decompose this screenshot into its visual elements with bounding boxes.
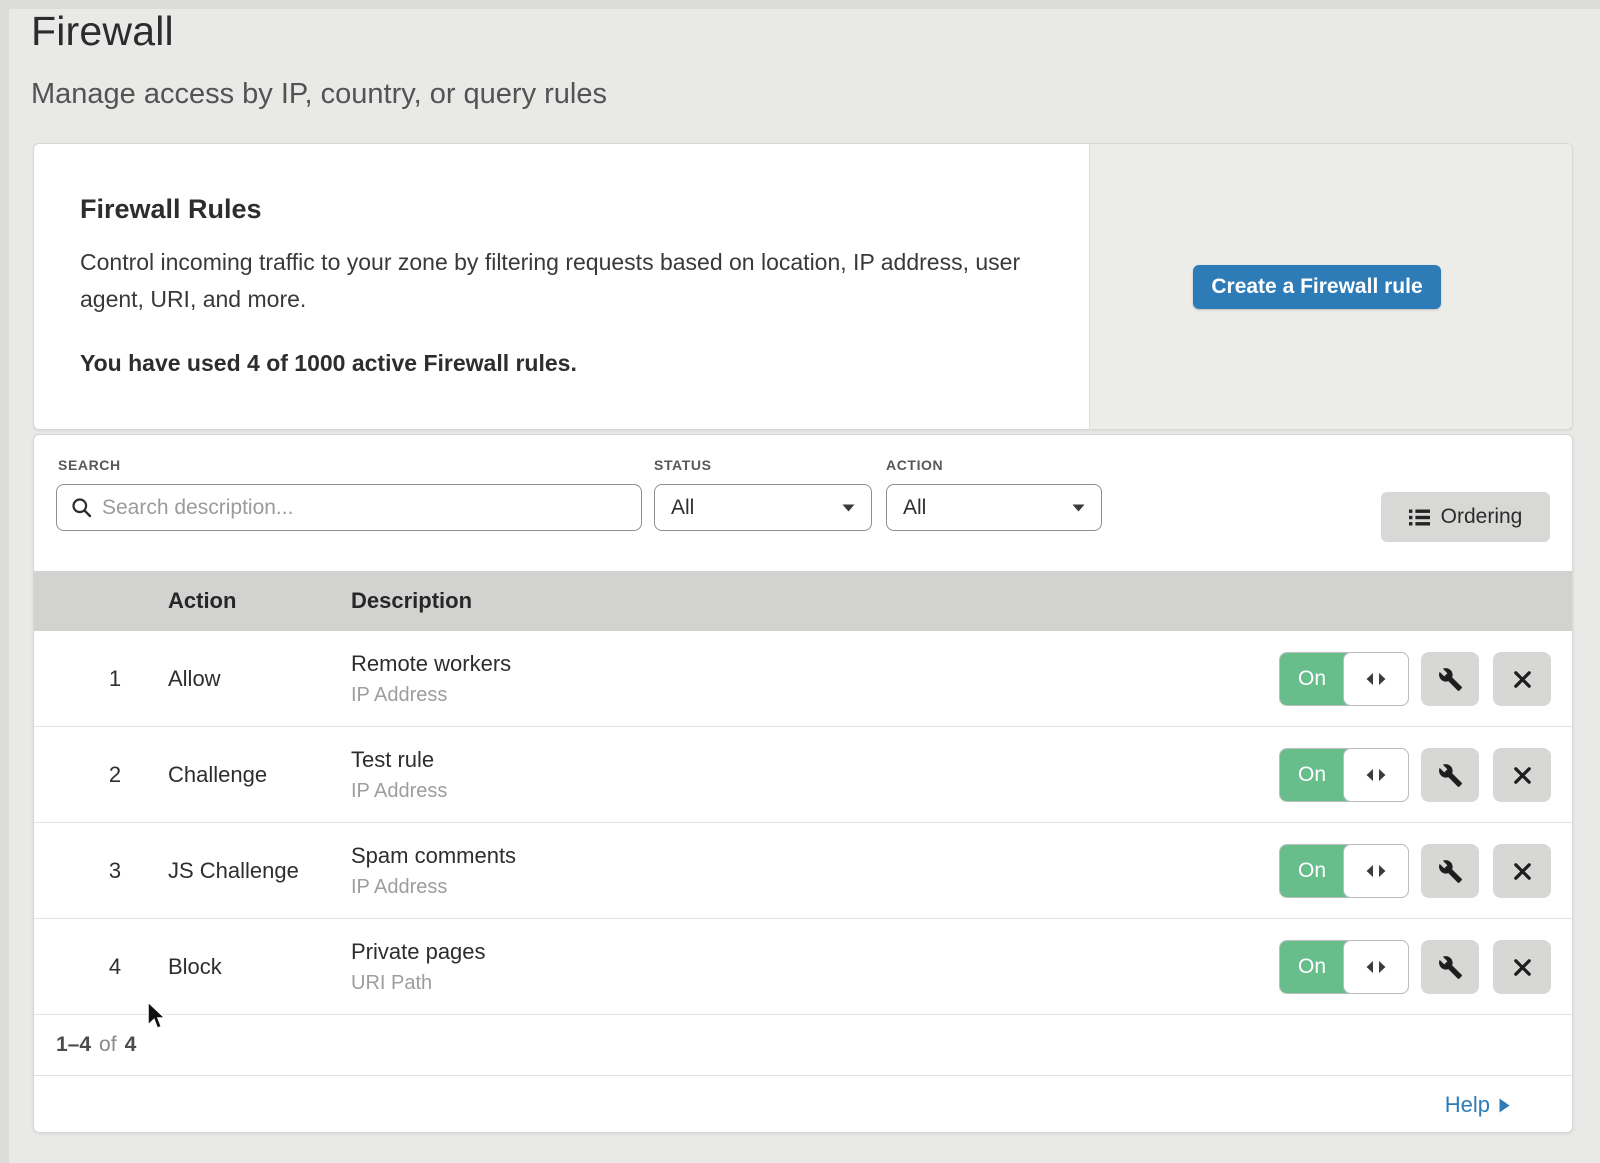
rule-enabled-toggle[interactable]: On (1279, 652, 1409, 706)
wrench-icon (1438, 859, 1463, 884)
firewall-rules-overview-card: Firewall Rules Control incoming traffic … (33, 143, 1573, 430)
action-select[interactable]: All (886, 484, 1102, 531)
status-label: STATUS (654, 457, 712, 473)
drag-handle-arrows-icon (1365, 864, 1387, 878)
rule-description: Private pages (351, 939, 486, 965)
rule-priority: 3 (90, 823, 140, 918)
rule-row: 4 Block Private pages URI Path On (34, 919, 1572, 1015)
help-row: Help (34, 1075, 1572, 1133)
rule-enabled-toggle[interactable]: On (1279, 940, 1409, 994)
chevron-down-icon (1072, 504, 1085, 512)
toggle-knob (1343, 748, 1409, 802)
delete-rule-button[interactable] (1493, 748, 1551, 802)
rule-priority: 4 (90, 919, 140, 1014)
pagination-total: 4 (125, 1033, 137, 1057)
rule-match-type: IP Address (351, 876, 516, 899)
firewall-page: { "page": { "title": "Firewall", "subtit… (0, 0, 1600, 1163)
column-header-action: Action (168, 571, 236, 631)
search-icon (71, 497, 92, 518)
action-select-value: All (903, 496, 926, 520)
close-icon (1512, 861, 1533, 882)
firewall-rules-list-card: SEARCH STATUS ACTION All All Ordering (33, 434, 1573, 1133)
toggle-on-label: On (1280, 845, 1344, 897)
toggle-on-label: On (1280, 941, 1344, 993)
search-box (56, 484, 642, 531)
edit-rule-button[interactable] (1421, 748, 1479, 802)
chevron-down-icon (842, 504, 855, 512)
toggle-on-label: On (1280, 653, 1344, 705)
overview-description: Control incoming traffic to your zone by… (80, 244, 1040, 318)
pagination-of: of (99, 1033, 117, 1057)
drag-handle-arrows-icon (1365, 960, 1387, 974)
close-icon (1512, 957, 1533, 978)
page-left-edge (0, 0, 9, 1163)
page-title: Firewall (31, 8, 174, 55)
action-label: ACTION (886, 457, 943, 473)
ordering-button[interactable]: Ordering (1381, 492, 1550, 542)
wrench-icon (1438, 955, 1463, 980)
edit-rule-button[interactable] (1421, 940, 1479, 994)
create-firewall-rule-button[interactable]: Create a Firewall rule (1193, 265, 1441, 309)
rule-description: Test rule (351, 747, 447, 773)
page-top-edge (0, 0, 1600, 9)
wrench-icon (1438, 667, 1463, 692)
status-select-value: All (671, 496, 694, 520)
delete-rule-button[interactable] (1493, 844, 1551, 898)
rule-action: Challenge (168, 727, 267, 822)
rule-row: 2 Challenge Test rule IP Address On (34, 727, 1572, 823)
toggle-knob (1343, 940, 1409, 994)
usage-note: You have used 4 of 1000 active Firewall … (80, 350, 577, 377)
pagination: 1–4 of 4 (56, 1015, 136, 1075)
close-icon (1512, 765, 1533, 786)
ordered-list-icon (1409, 509, 1430, 526)
edit-rule-button[interactable] (1421, 844, 1479, 898)
edit-rule-button[interactable] (1421, 652, 1479, 706)
rule-match-type: URI Path (351, 972, 486, 995)
rule-row: 1 Allow Remote workers IP Address On (34, 631, 1572, 727)
help-arrow-icon (1499, 1098, 1510, 1113)
rule-priority: 2 (90, 727, 140, 822)
rule-action: JS Challenge (168, 823, 299, 918)
page-subtitle: Manage access by IP, country, or query r… (31, 78, 607, 111)
rule-description: Spam comments (351, 843, 516, 869)
pagination-range: 1–4 (56, 1033, 91, 1057)
toggle-on-label: On (1280, 749, 1344, 801)
drag-handle-arrows-icon (1365, 768, 1387, 782)
pagination-row: 1–4 of 4 (34, 1015, 1572, 1075)
rule-row: 3 JS Challenge Spam comments IP Address … (34, 823, 1572, 919)
rule-enabled-toggle[interactable]: On (1279, 844, 1409, 898)
search-input[interactable] (102, 496, 641, 520)
rule-match-type: IP Address (351, 780, 447, 803)
drag-handle-arrows-icon (1365, 672, 1387, 686)
rule-description: Remote workers (351, 651, 511, 677)
rule-action: Allow (168, 631, 221, 726)
help-link[interactable]: Help (1445, 1076, 1510, 1134)
rule-priority: 1 (90, 631, 140, 726)
rule-match-type: IP Address (351, 684, 511, 707)
column-header-description: Description (351, 571, 472, 631)
toggle-knob (1343, 652, 1409, 706)
ordering-button-label: Ordering (1441, 505, 1523, 529)
rule-action: Block (168, 919, 222, 1014)
status-select[interactable]: All (654, 484, 872, 531)
delete-rule-button[interactable] (1493, 940, 1551, 994)
wrench-icon (1438, 763, 1463, 788)
help-link-label: Help (1445, 1092, 1490, 1118)
table-header: Action Description (34, 571, 1572, 631)
search-label: SEARCH (58, 457, 121, 473)
close-icon (1512, 669, 1533, 690)
overview-heading: Firewall Rules (80, 194, 262, 225)
toggle-knob (1343, 844, 1409, 898)
delete-rule-button[interactable] (1493, 652, 1551, 706)
rule-enabled-toggle[interactable]: On (1279, 748, 1409, 802)
